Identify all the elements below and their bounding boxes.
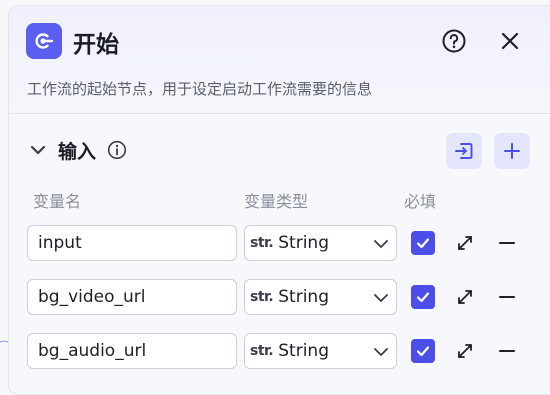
start-node-icon	[26, 23, 62, 59]
required-checkbox[interactable]	[411, 285, 435, 309]
plus-icon	[504, 143, 520, 159]
type-value: String	[278, 287, 329, 307]
chevron-down-icon	[374, 240, 388, 248]
remove-button[interactable]	[497, 233, 517, 253]
chevron-down-icon	[30, 145, 46, 155]
help-circle-icon	[442, 29, 466, 53]
expand-button[interactable]	[455, 341, 475, 361]
expand-icon	[458, 344, 472, 358]
chevron-down-icon	[374, 294, 388, 302]
minus-icon	[499, 296, 515, 298]
variable-type-select[interactable]: str. String	[244, 279, 397, 315]
check-icon	[416, 346, 430, 357]
help-button[interactable]	[441, 28, 467, 54]
expand-button[interactable]	[455, 233, 475, 253]
input-section-header: 输入	[9, 131, 550, 171]
type-prefix: str.	[250, 343, 274, 359]
required-checkbox[interactable]	[411, 231, 435, 255]
variable-row: str. String	[9, 333, 550, 369]
variable-row: str. String	[9, 279, 550, 315]
type-value: String	[278, 233, 329, 253]
type-prefix: str.	[250, 235, 274, 251]
check-icon	[416, 292, 430, 303]
expand-icon	[458, 236, 472, 250]
section-title: 输入	[58, 141, 97, 163]
start-node-panel: 开始 工作流的起始节点，用于设定启动工作流需要的信息 输入 变量名 变量类型 必…	[8, 5, 550, 395]
node-description: 工作流的起始节点，用于设定启动工作流需要的信息	[27, 80, 373, 98]
remove-button[interactable]	[497, 287, 517, 307]
close-button[interactable]	[497, 28, 523, 54]
expand-button[interactable]	[455, 287, 475, 307]
variable-row: str. String	[9, 225, 550, 261]
check-icon	[416, 238, 430, 249]
import-icon	[455, 143, 473, 159]
required-checkbox[interactable]	[411, 339, 435, 363]
expand-icon	[458, 290, 472, 304]
collapse-toggle[interactable]	[29, 141, 47, 159]
minus-icon	[499, 350, 515, 352]
minus-icon	[499, 242, 515, 244]
chevron-down-icon	[374, 348, 388, 356]
column-header-type: 变量类型	[244, 192, 309, 211]
column-header-name: 变量名	[33, 192, 82, 211]
type-prefix: str.	[250, 289, 274, 305]
variable-name-input[interactable]	[27, 279, 237, 315]
variable-name-input[interactable]	[27, 225, 237, 261]
import-button[interactable]	[446, 133, 482, 169]
variable-type-select[interactable]: str. String	[244, 333, 397, 369]
close-icon	[501, 32, 519, 50]
panel-header: 开始 工作流的起始节点，用于设定启动工作流需要的信息	[9, 6, 550, 114]
column-header-required: 必填	[404, 192, 437, 211]
remove-button[interactable]	[497, 341, 517, 361]
add-variable-button[interactable]	[494, 133, 530, 169]
type-value: String	[278, 341, 329, 361]
variable-type-select[interactable]: str. String	[244, 225, 397, 261]
info-icon[interactable]	[107, 140, 127, 160]
page-title: 开始	[73, 32, 119, 58]
variable-name-input[interactable]	[27, 333, 237, 369]
